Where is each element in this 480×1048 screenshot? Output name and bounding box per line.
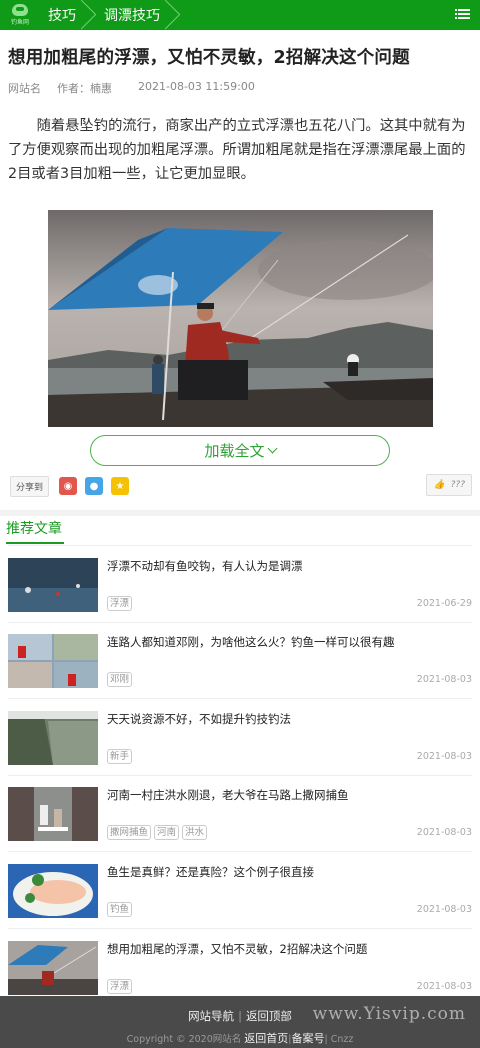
item-title[interactable]: 想用加粗尾的浮漂，又怕不灵敏，2招解决这个问题	[107, 941, 472, 957]
item-title[interactable]: 天天说资源不好，不如提升钓技钓法	[107, 711, 472, 727]
footer-cnzz: Cnzz	[330, 1034, 354, 1045]
logo-fish-icon	[12, 4, 28, 16]
item-date: 2021-08-03	[416, 980, 472, 992]
load-full-text-label: 加载全文	[204, 442, 265, 460]
load-full-text-button[interactable]: 加载全文	[90, 435, 390, 466]
article-intro: 随着悬坠钓的流行，商家出产的立式浮漂也五花八门。这其中就有为了方便观察而出现的加…	[8, 118, 466, 182]
thumbs-up-icon: 👍	[433, 480, 445, 490]
list-item[interactable]: 天天说资源不好，不如提升钓技钓法 新手 2021-08-03	[8, 699, 472, 776]
article-thumbnail	[8, 557, 98, 612]
top-bar: 钓鱼网 技巧 调漂技巧	[0, 0, 480, 30]
item-date: 2021-08-03	[416, 903, 472, 915]
list-item[interactable]: 连路人都知道邓刚，为啥他这么火？钓鱼一样可以很有趣 邓刚 2021-08-03	[8, 623, 472, 699]
item-title[interactable]: 鱼生是真鲜？还是真险？这个例子很直接	[107, 864, 472, 880]
item-title[interactable]: 河南一村庄洪水刚退，老大爷在马路上撒网捕鱼	[107, 787, 472, 803]
site-logo[interactable]: 钓鱼网	[0, 0, 40, 30]
footer-home-link[interactable]: 返回首页	[244, 1032, 288, 1045]
article: 想用加粗尾的浮漂，又怕不灵敏，2招解决这个问题 网站名 作者：楠惠 2021-0…	[0, 30, 480, 510]
article-title: 想用加粗尾的浮漂，又怕不灵敏，2招解决这个问题	[8, 48, 410, 68]
footer-icp-link[interactable]: 备案号	[292, 1032, 325, 1045]
article-author: 作者：楠惠	[57, 82, 112, 95]
article-thumbnail	[8, 863, 98, 918]
item-tag[interactable]: 洪水	[182, 825, 208, 841]
item-title[interactable]: 浮漂不动却有鱼咬钩，有人认为是调漂	[107, 558, 472, 574]
list-item[interactable]: 鱼生是真鲜？还是真险？这个例子很直接 钓鱼 2021-08-03	[8, 852, 472, 929]
share-label: 分享到	[10, 475, 50, 497]
article-datetime: 2021-08-03 11:59:00	[138, 80, 255, 93]
item-date: 2021-08-03	[416, 827, 472, 839]
list-item[interactable]: 想用加粗尾的浮漂，又怕不灵敏，2招解决这个问题 浮漂 2021-08-03	[8, 929, 472, 1006]
article-thumbnail	[8, 634, 98, 689]
favorite-star-icon[interactable]: ★	[111, 477, 130, 495]
item-tag[interactable]: 钓鱼	[107, 901, 133, 917]
footer-site-nav-link[interactable]: 网站导航	[188, 1009, 234, 1023]
item-date: 2021-06-29	[416, 597, 472, 609]
recommended-heading: 推荐文章	[6, 516, 472, 546]
article-thumbnail	[8, 787, 98, 842]
item-tag[interactable]: 浮漂	[107, 595, 133, 611]
list-item[interactable]: 浮漂不动却有鱼咬钩，有人认为是调漂 浮漂 2021-06-29	[8, 546, 472, 623]
chevron-down-icon	[267, 443, 277, 454]
item-tag[interactable]: 浮漂	[107, 978, 133, 994]
like-count: ???	[450, 480, 465, 490]
breadcrumb-item[interactable]: 技巧	[40, 0, 90, 30]
footer-back-top-link[interactable]: 返回顶部	[246, 1009, 292, 1023]
share-bar: 分享到 ◉ ● ★ 👍 ???	[8, 474, 472, 498]
article-meta: 网站名 作者：楠惠 2021-08-03 11:59:00	[8, 80, 472, 96]
item-date: 2021-08-03	[416, 674, 472, 686]
item-tag[interactable]: 邓刚	[107, 672, 133, 688]
footer-copyright: Copyright © 2020网站名	[126, 1034, 242, 1045]
item-date: 2021-08-03	[416, 750, 472, 762]
item-tag[interactable]: 新手	[107, 748, 133, 764]
item-tag[interactable]: 撒网捕鱼	[107, 825, 152, 841]
watermark: www.Yisvip.com	[312, 1004, 466, 1024]
article-photo	[47, 210, 433, 427]
recommended-articles: 推荐文章 浮漂不动却有鱼咬钩，有人认为是调漂 浮漂 2021-06-29 连路人…	[0, 516, 480, 1005]
article-site: 网站名	[8, 82, 41, 95]
article-thumbnail	[8, 940, 98, 995]
menu-icon[interactable]	[455, 9, 470, 20]
logo-text: 钓鱼网	[10, 19, 29, 26]
breadcrumb-item[interactable]: 调漂技巧	[96, 0, 174, 30]
article-thumbnail	[8, 710, 98, 765]
like-button[interactable]: 👍 ???	[426, 474, 472, 496]
item-title[interactable]: 连路人都知道邓刚，为啥他这么火？钓鱼一样可以很有趣	[107, 634, 472, 650]
list-item[interactable]: 河南一村庄洪水刚退，老大爷在马路上撒网捕鱼 撒网捕鱼 河南 洪水 2021-08…	[8, 776, 472, 852]
item-tag[interactable]: 河南	[154, 825, 180, 841]
weibo-icon[interactable]: ◉	[59, 477, 78, 495]
qq-icon[interactable]: ●	[85, 477, 104, 495]
